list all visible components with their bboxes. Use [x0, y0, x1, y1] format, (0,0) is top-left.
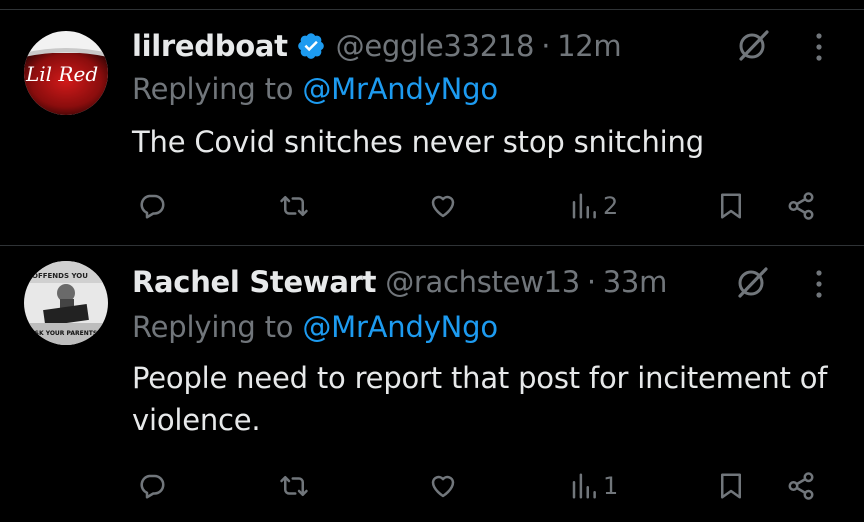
- avatar[interactable]: Lil Red: [24, 31, 108, 115]
- more-icon[interactable]: [815, 32, 823, 62]
- views-icon: [572, 193, 596, 219]
- share-button[interactable]: [786, 191, 816, 221]
- tweet-text: People need to report that post for inci…: [132, 361, 828, 437]
- display-name[interactable]: lilredboat: [132, 29, 288, 63]
- avatar-bottom-text: ASK YOUR PARENTS: [30, 330, 97, 337]
- tweet-reply[interactable]: OFFENDS YOU ASK YOUR PARENTS Rachel Stew…: [0, 246, 864, 522]
- replying-to-line: Replying to @MrAndyNgo: [132, 72, 498, 106]
- replying-prefix: Replying to: [132, 310, 294, 344]
- reply-button[interactable]: [137, 191, 167, 221]
- views-button[interactable]: 2: [569, 191, 618, 221]
- repost-button[interactable]: [279, 471, 309, 501]
- tweet-text: The Covid snitches never stop snitching: [132, 125, 704, 159]
- share-icon: [788, 192, 814, 220]
- replying-prefix: Replying to: [132, 72, 294, 106]
- views-icon: [572, 473, 596, 499]
- reply-icon: [140, 194, 165, 219]
- views-count: 2: [603, 192, 619, 220]
- bookmark-icon: [721, 473, 741, 499]
- reply-button[interactable]: [137, 471, 167, 501]
- mention-link[interactable]: @MrAndyNgo: [302, 310, 498, 344]
- reply-feed: Lil Red lilredboat @eggle33218 · 12m Rep…: [0, 0, 864, 522]
- mention-link[interactable]: @MrAndyNgo: [302, 72, 498, 106]
- share-icon: [788, 472, 814, 500]
- share-button[interactable]: [786, 471, 816, 501]
- reply-icon: [140, 474, 165, 499]
- bookmark-button[interactable]: [716, 471, 746, 501]
- repost-icon: [280, 476, 308, 496]
- avatar[interactable]: OFFENDS YOU ASK YOUR PARENTS: [24, 261, 108, 345]
- action-bar: 1: [0, 466, 864, 506]
- like-button[interactable]: [428, 191, 458, 221]
- like-icon: [431, 195, 455, 218]
- repost-button[interactable]: [279, 191, 309, 221]
- avatar-image: Lil Red: [24, 31, 108, 115]
- handle[interactable]: @rachstew13: [385, 265, 580, 299]
- replying-to-line: Replying to @MrAndyNgo: [132, 310, 498, 344]
- tweet-header: lilredboat @eggle33218 · 12m: [132, 26, 622, 66]
- like-icon: [431, 475, 455, 498]
- bookmark-button[interactable]: [716, 191, 746, 221]
- separator: ·: [586, 265, 596, 299]
- tweet-header: Rachel Stewart @rachstew13 · 33m: [132, 262, 667, 302]
- display-name[interactable]: Rachel Stewart: [132, 265, 376, 299]
- avatar-logo-text: Lil Red: [25, 62, 98, 86]
- bookmark-icon: [721, 193, 741, 219]
- repost-icon: [280, 196, 308, 216]
- avatar-image: OFFENDS YOU ASK YOUR PARENTS: [24, 261, 108, 345]
- avatar-top-text: OFFENDS YOU: [32, 272, 88, 280]
- handle[interactable]: @eggle33218: [336, 29, 535, 63]
- more-icon[interactable]: [815, 269, 823, 299]
- separator: ·: [541, 29, 551, 63]
- timestamp[interactable]: 12m: [557, 29, 622, 63]
- timestamp[interactable]: 33m: [603, 265, 668, 299]
- views-button[interactable]: 1: [569, 471, 618, 501]
- grok-icon[interactable]: [737, 28, 771, 62]
- grok-icon[interactable]: [736, 265, 770, 299]
- verified-badge-icon: [297, 33, 324, 59]
- like-button[interactable]: [428, 471, 458, 501]
- action-bar: 2: [0, 186, 864, 226]
- tweet-reply[interactable]: Lil Red lilredboat @eggle33218 · 12m Rep…: [0, 10, 864, 245]
- views-count: 1: [603, 472, 619, 500]
